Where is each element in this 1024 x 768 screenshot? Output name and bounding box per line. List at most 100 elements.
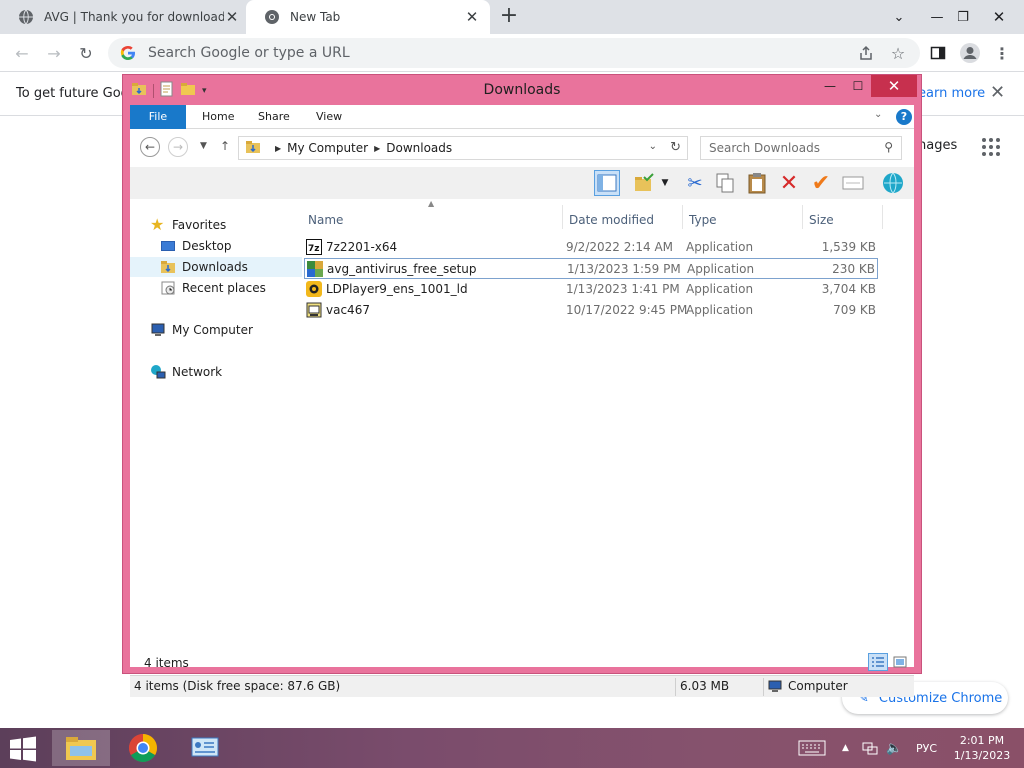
menu-kebab-icon[interactable]: ⋮ — [990, 41, 1014, 65]
network-globe-icon[interactable] — [880, 170, 906, 196]
side-panel-icon[interactable] — [926, 41, 950, 65]
desktop-icon — [161, 241, 175, 251]
tray-expand-icon[interactable]: ▲ — [842, 728, 849, 768]
tab-new-tab[interactable]: New Tab ✕ — [246, 0, 490, 34]
nav-network[interactable]: Network — [130, 362, 302, 382]
forward-icon[interactable]: → — [42, 41, 66, 65]
rename-icon[interactable] — [840, 170, 866, 196]
close-window-icon[interactable]: ✕ — [982, 0, 1016, 34]
folder-download-icon — [245, 139, 261, 158]
file-row[interactable]: 7z 7z2201-x64 9/2/2022 2:14 AM Applicati… — [304, 237, 878, 258]
nav-desktop[interactable]: Desktop — [130, 236, 302, 256]
column-divider[interactable] — [882, 205, 883, 229]
ribbon-tab-view[interactable]: View — [302, 105, 356, 129]
infobar-close-icon[interactable]: ✕ — [990, 82, 1005, 103]
paste-icon[interactable] — [744, 170, 770, 196]
delete-icon[interactable]: ✕ — [776, 170, 802, 196]
explorer-minimize-icon[interactable]: — — [815, 75, 845, 97]
ribbon-tab-share[interactable]: Share — [244, 105, 304, 129]
tab-close-icon[interactable]: ✕ — [464, 9, 480, 25]
taskbar-file-explorer[interactable] — [52, 730, 110, 766]
file-row[interactable]: LDPlayer9_ens_1001_ld 1/13/2023 1:41 PM … — [304, 279, 878, 300]
ribbon-tab-home[interactable]: Home — [188, 105, 248, 129]
column-header-date[interactable]: Date modified — [569, 213, 654, 227]
bookmark-star-icon[interactable]: ☆ — [886, 41, 910, 65]
nav-my-computer-label: My Computer — [172, 323, 253, 337]
back-arrow-icon[interactable]: ← — [140, 137, 160, 157]
keyboard-icon[interactable] — [798, 728, 826, 768]
taskbar-chrome[interactable] — [114, 730, 172, 766]
column-divider[interactable] — [562, 205, 563, 229]
share-icon[interactable] — [854, 41, 878, 65]
omnibox[interactable]: Search Google or type a URL — [108, 38, 920, 68]
status-selection-size: 6.03 MB — [680, 679, 730, 693]
forward-arrow-icon[interactable]: → — [168, 137, 188, 157]
volume-icon[interactable]: 🔈 — [886, 728, 902, 768]
ldplayer-icon — [306, 281, 322, 297]
svg-text:7z: 7z — [308, 244, 320, 254]
profile-avatar-icon[interactable] — [958, 41, 982, 65]
address-dropdown-icon[interactable]: ⌄ — [649, 141, 657, 152]
column-divider[interactable] — [682, 205, 683, 229]
details-view-icon[interactable] — [868, 653, 888, 671]
chrome-icon — [129, 734, 157, 762]
ribbon-expand-icon[interactable]: ⌄ — [874, 109, 882, 120]
explorer-titlebar[interactable]: ▾ Downloads — ☐ ✕ — [123, 75, 921, 105]
language-indicator[interactable]: РУС — [916, 728, 937, 768]
search-downloads-input[interactable]: Search Downloads ⚲ — [700, 136, 902, 160]
tab-avg[interactable]: AVG | Thank you for downloading ✕ — [0, 0, 250, 34]
infobar-text: To get future Goog — [16, 86, 137, 101]
column-header-size[interactable]: Size — [809, 213, 834, 227]
apps-grid-icon[interactable] — [982, 138, 1000, 156]
start-windows-icon[interactable] — [8, 736, 38, 762]
network-tray-icon[interactable] — [862, 728, 878, 768]
up-arrow-icon[interactable]: ↑ — [220, 139, 230, 153]
explorer-close-icon[interactable]: ✕ — [871, 75, 917, 97]
file-row-selected[interactable]: avg_antivirus_free_setup 1/13/2023 1:59 … — [304, 258, 878, 279]
nav-my-computer[interactable]: My Computer — [130, 320, 302, 340]
nav-downloads-label: Downloads — [182, 260, 248, 274]
cut-icon[interactable]: ✂ — [682, 170, 708, 196]
column-header-name[interactable]: Name — [308, 213, 343, 227]
address-bar[interactable]: ▶ My Computer ▶ Downloads ⌄ ↻ — [238, 136, 688, 160]
help-icon[interactable]: ? — [896, 109, 912, 125]
sort-arrow-icon: ▲ — [428, 199, 435, 208]
file-type: Application — [687, 262, 755, 276]
recent-locations-icon[interactable]: ▼ — [200, 141, 207, 151]
nav-downloads[interactable]: Downloads — [130, 257, 302, 277]
column-header-type[interactable]: Type — [689, 213, 717, 227]
status-disk-space: 4 items (Disk free space: 87.6 GB) — [134, 679, 341, 693]
copy-icon[interactable] — [712, 170, 738, 196]
large-icons-view-icon[interactable] — [890, 653, 910, 671]
folder-options-icon[interactable] — [632, 170, 658, 196]
control-panel-icon — [191, 737, 219, 757]
tab-search-icon[interactable]: ⌄ — [882, 0, 916, 34]
infobar-learn-more-link[interactable]: earn more — [918, 86, 985, 101]
tab-close-icon[interactable]: ✕ — [224, 9, 240, 25]
clock[interactable]: 2:01 PM 1/13/2023 — [948, 733, 1016, 763]
taskbar-control-panel[interactable] — [176, 730, 234, 766]
new-tab-button[interactable]: + — [498, 5, 520, 28]
refresh-icon[interactable]: ↻ — [670, 140, 681, 155]
column-divider[interactable] — [802, 205, 803, 229]
back-icon[interactable]: ← — [10, 41, 34, 65]
ribbon-tab-file[interactable]: File — [130, 105, 186, 129]
status-location: Computer — [788, 679, 848, 693]
nav-recent-places[interactable]: Recent places — [130, 278, 302, 298]
breadcrumb-my-computer[interactable]: My Computer — [287, 141, 368, 155]
tab-title: AVG | Thank you for downloading — [44, 10, 224, 24]
installer-icon — [307, 261, 323, 277]
explorer-maximize-icon[interactable]: ☐ — [843, 75, 873, 97]
reload-icon[interactable]: ↻ — [74, 41, 98, 65]
nav-favorites[interactable]: ★ Favorites — [130, 215, 302, 235]
properties-check-icon[interactable]: ✔ — [808, 170, 834, 196]
file-row[interactable]: vac467 10/17/2022 9:45 PM Application 70… — [304, 300, 878, 321]
preview-pane-icon[interactable] — [594, 170, 620, 196]
folder-options-dropdown-icon[interactable]: ▼ — [658, 170, 672, 196]
breadcrumb-downloads[interactable]: Downloads — [386, 141, 452, 155]
restore-icon[interactable]: ❐ — [946, 0, 980, 34]
ntp-images-link[interactable]: nages — [918, 138, 957, 153]
file-size: 230 KB — [832, 262, 875, 276]
file-date: 10/17/2022 9:45 PM — [566, 303, 688, 317]
computer-icon — [151, 323, 165, 336]
